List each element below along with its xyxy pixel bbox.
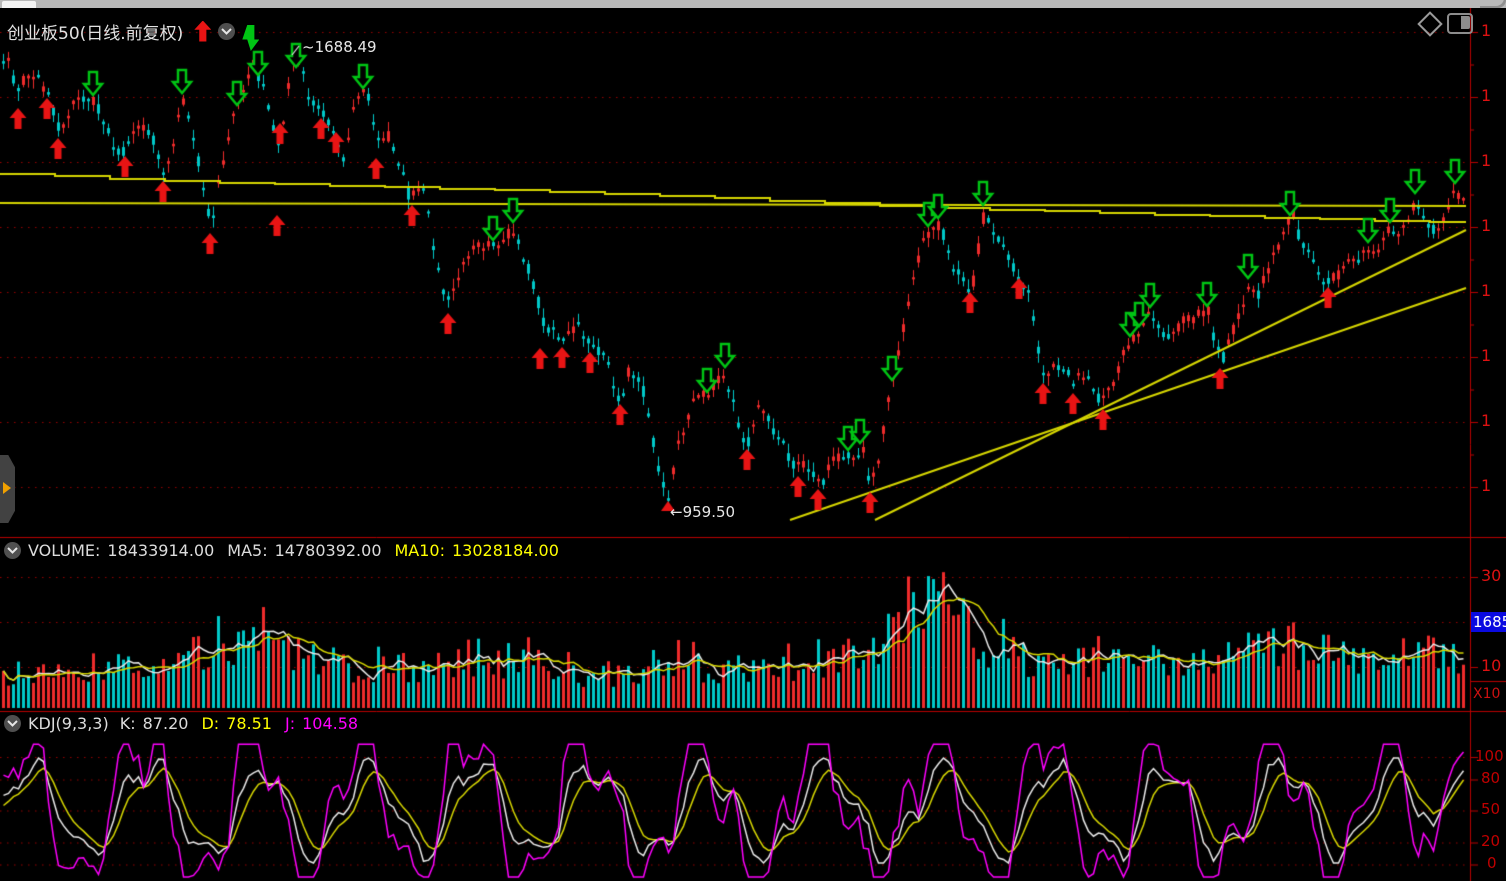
- axis-tick-label: 50: [1481, 801, 1500, 817]
- chevron-down-icon: [221, 28, 232, 35]
- kdj-k-value: 87.20: [143, 714, 189, 733]
- axis-tick-label: 1: [1481, 153, 1491, 169]
- main-collapse-button[interactable]: [218, 23, 235, 40]
- axis-tick-label: 30: [1481, 568, 1501, 584]
- volume-collapse-button[interactable]: [4, 542, 21, 559]
- volume-label: VOLUME:: [28, 541, 100, 560]
- volume-ma5-value: 14780392.00: [275, 541, 382, 560]
- trading-app: 创业板50(日线.前复权) ~1688.49 ←959.50 VOLUME: 1…: [0, 0, 1506, 881]
- axis-tick-label: 1: [1481, 218, 1491, 234]
- kdj-j-label: J:: [285, 714, 295, 733]
- split-view-icon[interactable]: [1447, 13, 1473, 34]
- buy-signal-arrow-icon: [194, 21, 211, 42]
- window-tab-stub[interactable]: [2, 1, 36, 8]
- kdj-d-value: 78.51: [226, 714, 272, 733]
- window-strip-corner: [1480, 0, 1506, 8]
- window-top-strip: [0, 0, 1506, 8]
- axis-tick-label: 100: [1475, 748, 1504, 764]
- split-view-fill: [1461, 16, 1470, 29]
- axis-tick-label: 1: [1481, 348, 1491, 364]
- main-chart-canvas[interactable]: [0, 0, 1506, 881]
- kdj-d-label: D:: [201, 714, 219, 733]
- chevron-down-icon: [7, 720, 18, 727]
- kdj-k-label: K:: [120, 714, 136, 733]
- axis-tick-label: 20: [1481, 833, 1500, 849]
- volume-value: 18433914.00: [107, 541, 214, 560]
- kdj-collapse-button[interactable]: [4, 715, 21, 732]
- low-annotation: ←959.50: [670, 503, 735, 521]
- kdj-label: KDJ(9,3,3): [28, 714, 109, 733]
- last-price-badge: 1685: [1471, 612, 1506, 632]
- drawer-arrow-icon: [3, 482, 11, 494]
- axis-tick-label: 1: [1481, 413, 1491, 429]
- high-annotation: ~1688.49: [302, 38, 377, 56]
- page-title: 创业板50(日线.前复权): [7, 19, 183, 44]
- axis-tick-label: 0: [1487, 855, 1497, 871]
- volume-ma5-label: MA5:: [227, 541, 267, 560]
- axis-tick-label: 1: [1481, 283, 1491, 299]
- axis-tick-label: 1: [1481, 23, 1491, 39]
- axis-tick-label: 80: [1481, 770, 1500, 786]
- volume-multiplier-label: X10: [1473, 686, 1500, 702]
- axis-tick-label: 1: [1481, 88, 1491, 104]
- axis-tick-label: 1: [1481, 478, 1491, 494]
- drawer-handle[interactable]: [0, 455, 15, 523]
- axis-tick-label: 10: [1481, 658, 1501, 674]
- chevron-down-icon: [7, 547, 18, 554]
- sell-signal-arrow-icon: [242, 25, 259, 51]
- kdj-j-value: 104.58: [302, 714, 358, 733]
- volume-ma10-value: 13028184.00: [452, 541, 559, 560]
- volume-ma10-label: MA10:: [395, 541, 446, 560]
